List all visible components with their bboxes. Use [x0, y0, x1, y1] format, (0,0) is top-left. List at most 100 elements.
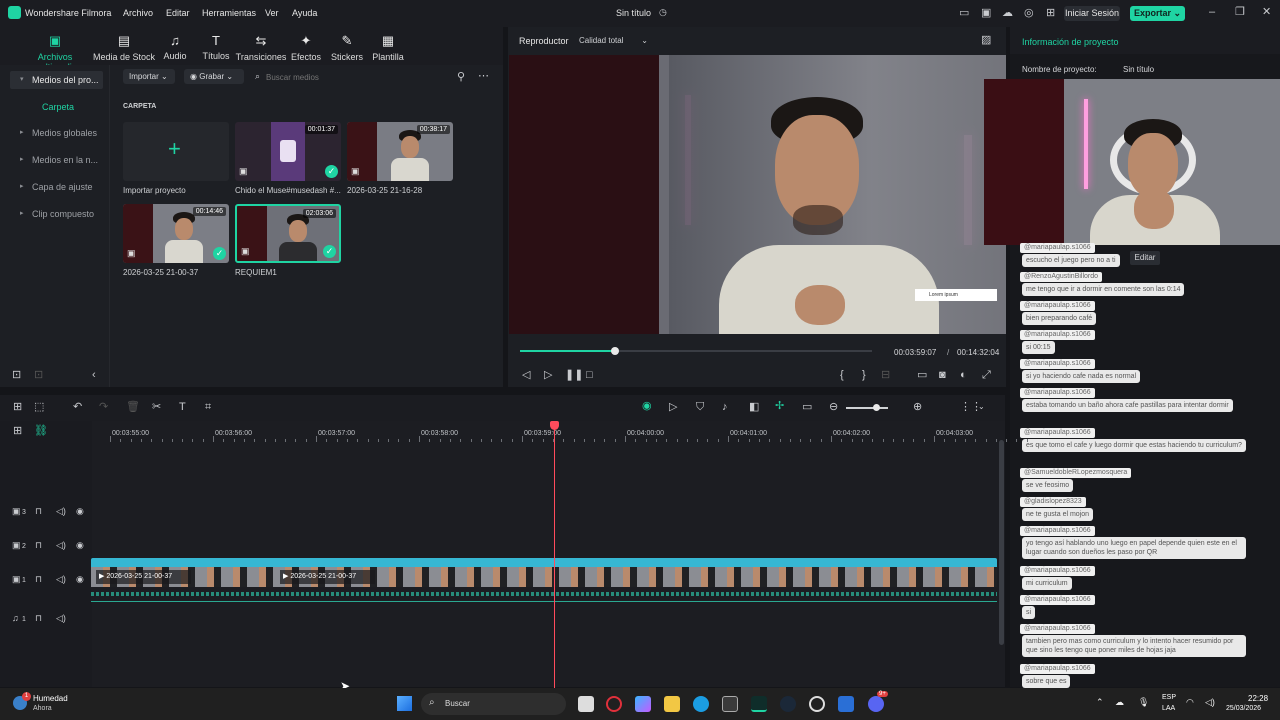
- obs-icon[interactable]: [809, 696, 825, 712]
- record-button[interactable]: ◉ Grabar ⌄: [184, 69, 244, 84]
- wifi-icon[interactable]: ◠: [1186, 698, 1194, 707]
- volume-icon[interactable]: ◐: [960, 370, 967, 381]
- crop-icon[interactable]: ⌗: [205, 402, 211, 413]
- link-icon[interactable]: ⛓: [34, 426, 48, 437]
- chevron-up-icon[interactable]: ⌃: [1096, 698, 1104, 707]
- new-folder-icon[interactable]: ⊡: [12, 370, 21, 381]
- media-thumb[interactable]: 00:38:17 ▣: [347, 122, 453, 181]
- snap-icon[interactable]: ✢: [775, 401, 784, 412]
- monitor-icon[interactable]: ▭: [959, 8, 969, 19]
- mark-out-icon[interactable]: }: [862, 370, 866, 381]
- sidebar-item-compound-clip[interactable]: ▸ Clip compuesto: [10, 205, 103, 223]
- insert-icon[interactable]: ⊟: [881, 370, 890, 381]
- display-icon[interactable]: ▭: [917, 370, 927, 381]
- lock-icon[interactable]: ⊓: [35, 614, 42, 623]
- maximize-icon[interactable]: ❐: [1235, 7, 1245, 18]
- cut-icon[interactable]: ✂: [152, 402, 161, 413]
- media-thumb[interactable]: 00:01:37 ▣ ✓: [235, 122, 341, 181]
- edge-icon[interactable]: [693, 696, 709, 712]
- clip-header[interactable]: [91, 558, 997, 567]
- search-input[interactable]: [266, 70, 436, 84]
- menu-ver[interactable]: Ver: [265, 8, 279, 18]
- sidebar-item-project-media[interactable]: ▾ Medios del pro...: [10, 71, 103, 89]
- import-button[interactable]: Importar ⌄: [123, 69, 175, 84]
- player-tab[interactable]: Reproductor: [519, 36, 569, 46]
- zoom-slider-track[interactable]: [846, 407, 888, 409]
- lock-icon[interactable]: ⊓: [35, 575, 42, 584]
- discord-icon[interactable]: [868, 696, 884, 712]
- chevron-down-icon[interactable]: ⌄: [978, 403, 985, 411]
- filter-icon[interactable]: ⚲: [457, 72, 465, 83]
- quality-select[interactable]: Calidad total ⌄: [579, 36, 648, 45]
- folder-icon[interactable]: ⊡: [34, 370, 43, 381]
- playhead-handle[interactable]: [550, 421, 559, 430]
- mark-in-icon[interactable]: {: [840, 370, 844, 381]
- fullscreen-icon[interactable]: ⤢: [982, 370, 991, 381]
- zoom-in-icon[interactable]: ⊕: [913, 402, 922, 413]
- text-icon[interactable]: T: [179, 402, 186, 413]
- mic-tray-icon[interactable]: 🎙: [1138, 698, 1149, 707]
- sidebar-item-adjustment-layer[interactable]: ▸ Capa de ajuste: [10, 178, 103, 196]
- export-button[interactable]: Exportar ⌄: [1130, 6, 1185, 21]
- menu-ayuda[interactable]: Ayuda: [292, 8, 317, 18]
- collapse-icon[interactable]: ‹: [92, 370, 96, 381]
- opera-icon[interactable]: [606, 696, 622, 712]
- sidebar-item-cloud-media[interactable]: ▸ Medios en la n...: [10, 151, 103, 169]
- support-icon[interactable]: ◎: [1024, 8, 1034, 19]
- lock-icon[interactable]: ⊓: [35, 507, 42, 516]
- eye-icon[interactable]: ◉: [76, 575, 84, 584]
- select-tool-icon[interactable]: ⬚: [34, 402, 44, 413]
- speaker-icon[interactable]: ◁): [56, 614, 66, 623]
- panel-title[interactable]: Información de proyecto: [1022, 37, 1119, 47]
- ai-edit-icon[interactable]: ◧: [749, 402, 759, 413]
- render-icon[interactable]: ▷: [669, 402, 677, 413]
- menu-editar[interactable]: Editar: [166, 8, 190, 18]
- zoom-out-icon[interactable]: ⊖: [829, 402, 838, 413]
- prev-frame-icon[interactable]: ◁: [522, 370, 530, 381]
- pause-icon[interactable]: ❚❚: [565, 370, 583, 381]
- language-label[interactable]: ESP: [1162, 694, 1176, 701]
- save-icon[interactable]: ▣: [981, 8, 991, 19]
- mic-icon[interactable]: ♪: [722, 402, 728, 413]
- speaker-icon[interactable]: ◁): [56, 575, 66, 584]
- undo-icon[interactable]: ↶: [73, 402, 82, 413]
- login-button[interactable]: Iniciar Sesión: [1064, 6, 1120, 21]
- speaker-tray-icon[interactable]: ◁): [1205, 698, 1215, 707]
- edit-button[interactable]: Editar: [1130, 251, 1160, 265]
- redo-icon[interactable]: ↷: [99, 402, 108, 413]
- camera-icon[interactable]: ◙: [939, 370, 946, 381]
- eye-icon[interactable]: ◉: [76, 507, 84, 516]
- zoom-slider-knob[interactable]: [873, 404, 881, 411]
- weather-label[interactable]: Humedad: [33, 694, 68, 703]
- snapshot-icon[interactable]: ▨: [981, 35, 991, 46]
- close-icon[interactable]: ✕: [1262, 7, 1271, 18]
- stop-icon[interactable]: □: [586, 370, 593, 381]
- speaker-icon[interactable]: ◁): [56, 541, 66, 550]
- layout-icon[interactable]: ⊞: [13, 402, 22, 413]
- media-thumb-selected[interactable]: 02:03:06 ▣ ✓: [235, 204, 341, 263]
- media-thumb[interactable]: 00:14:46 ▣ ✓: [123, 204, 229, 263]
- sidebar-item-folder[interactable]: Carpeta: [10, 98, 103, 116]
- tool-plantilla[interactable]: ▦ Plantilla: [353, 33, 423, 62]
- copilot-icon[interactable]: [635, 696, 651, 712]
- timeline-scrollbar[interactable]: [999, 440, 1004, 645]
- menu-archivo[interactable]: Archivo: [123, 8, 153, 18]
- filmora-taskbar-icon[interactable]: [751, 696, 767, 712]
- video-clip[interactable]: [91, 567, 997, 587]
- progress-knob[interactable]: [611, 347, 620, 355]
- cloud-sync-icon[interactable]: ☁: [1115, 698, 1124, 707]
- eye-icon[interactable]: ◉: [76, 541, 84, 550]
- taskbar-search[interactable]: ⌕ Buscar: [421, 693, 566, 715]
- playhead[interactable]: [554, 428, 555, 688]
- sidebar-item-global-media[interactable]: ▸ Medios globales: [10, 124, 103, 142]
- menu-herramientas[interactable]: Herramientas: [202, 8, 256, 18]
- lock-icon[interactable]: ⊓: [35, 541, 42, 550]
- marker-icon[interactable]: ⛉: [696, 402, 704, 413]
- windows-start-icon[interactable]: [397, 696, 412, 711]
- store-icon[interactable]: [722, 696, 738, 712]
- minimize-icon[interactable]: –: [1209, 7, 1215, 18]
- more-icon[interactable]: ⋯: [478, 71, 489, 82]
- import-project-tile[interactable]: +: [123, 122, 229, 181]
- play-icon[interactable]: ▷: [544, 370, 552, 381]
- speaker-icon[interactable]: ◁): [56, 507, 66, 516]
